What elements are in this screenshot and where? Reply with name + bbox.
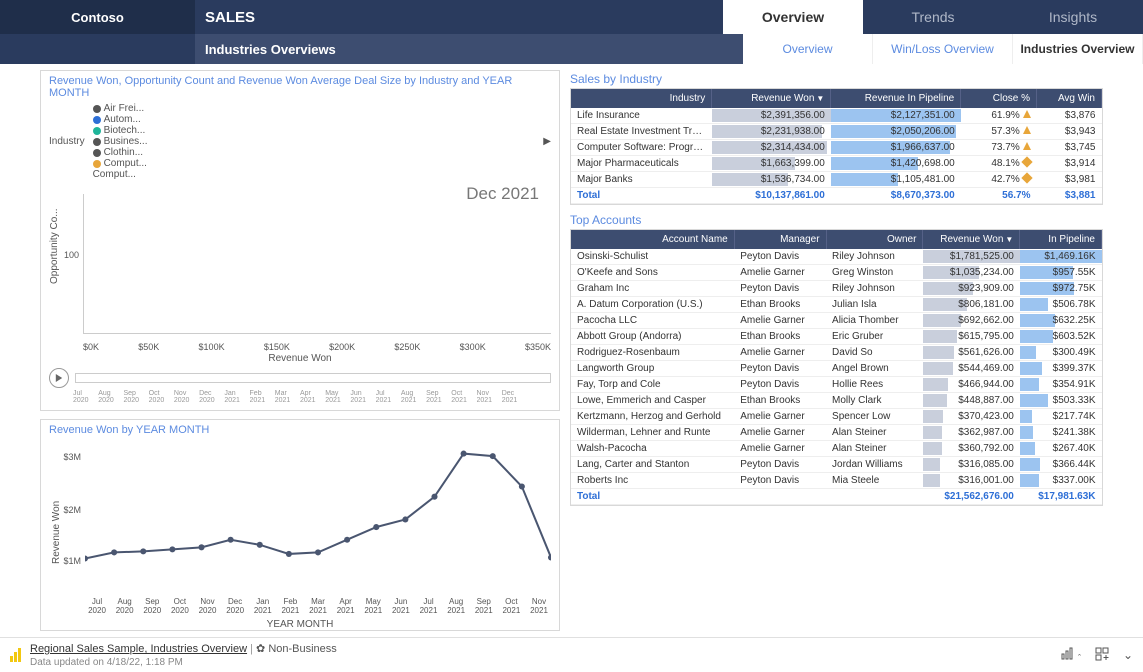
page-subtitle: Industries Overviews <box>195 34 545 64</box>
kpi-diamond-icon <box>1021 172 1032 183</box>
scatter-legend[interactable]: Industry Air Frei... Autom... Biotech...… <box>41 103 559 184</box>
brand-logo: Contoso <box>0 0 195 34</box>
play-button[interactable] <box>49 368 69 388</box>
sub-nav: Industries Overviews OverviewWin/Loss Ov… <box>0 34 1143 64</box>
tab-insights[interactable]: Insights <box>1003 0 1143 34</box>
kpi-up-icon <box>1023 142 1031 150</box>
table-row[interactable]: Rodriguez-RosenbaumAmelie GarnerDavid So… <box>571 345 1102 361</box>
table-row[interactable]: O'Keefe and SonsAmelie GarnerGreg Winsto… <box>571 265 1102 281</box>
subtab-overview[interactable]: Overview <box>743 34 873 64</box>
industry-table[interactable]: IndustryRevenue Won▼Revenue In PipelineC… <box>571 89 1102 204</box>
column-header[interactable]: In Pipeline <box>1020 230 1102 249</box>
column-header[interactable]: Owner <box>826 230 923 249</box>
breadcrumb-link[interactable]: Regional Sales Sample, Industries Overvi… <box>30 643 247 655</box>
legend-next-icon[interactable]: ▶ <box>543 136 551 147</box>
accounts-title: Top Accounts <box>570 211 1103 229</box>
accounts-section: Top Accounts Account NameManagerOwnerRev… <box>570 211 1103 506</box>
subtab-win-loss-overview[interactable]: Win/Loss Overview <box>873 34 1013 64</box>
table-row[interactable]: Life Insurance$2,391,356.00$2,127,351.00… <box>571 108 1102 124</box>
timeline-slider[interactable] <box>75 373 551 383</box>
scatter-card[interactable]: Revenue Won, Opportunity Count and Reven… <box>40 70 560 411</box>
line-card[interactable]: Revenue Won by YEAR MONTH Revenue Won $3… <box>40 419 560 631</box>
table-row[interactable]: Walsh-PacochaAmelie GarnerAlan Steiner$3… <box>571 441 1102 457</box>
powerbi-icon <box>10 648 22 662</box>
legend-item[interactable]: Air Frei... <box>93 103 148 114</box>
table-row[interactable]: Major Pharmaceuticals$1,663,399.00$1,420… <box>571 156 1102 172</box>
footer-bar: Regional Sales Sample, Industries Overvi… <box>0 637 1143 672</box>
scatter-title: Revenue Won, Opportunity Count and Reven… <box>41 71 559 103</box>
column-header[interactable]: Account Name <box>571 230 734 249</box>
line-plot-area[interactable] <box>85 446 551 598</box>
table-row[interactable]: Lang, Carter and StantonPeyton DavisJord… <box>571 457 1102 473</box>
scatter-plot-area[interactable] <box>83 194 551 334</box>
column-header[interactable]: Industry <box>571 89 712 108</box>
legend-item[interactable]: Biotech... <box>93 125 148 136</box>
industry-section: Sales by Industry IndustryRevenue Won▼Re… <box>570 70 1103 205</box>
table-row[interactable]: Fay, Torp and ColePeyton DavisHollie Ree… <box>571 377 1102 393</box>
legend-item[interactable]: Comput... <box>93 158 148 169</box>
table-row[interactable]: Real Estate Investment Trusts$2,231,938.… <box>571 124 1102 140</box>
table-row[interactable]: Abbott Group (Andorra)Ethan BrooksEric G… <box>571 329 1102 345</box>
kpi-up-icon <box>1023 110 1031 118</box>
table-row[interactable]: Wilderman, Lehner and RunteAmelie Garner… <box>571 425 1102 441</box>
tab-trends[interactable]: Trends <box>863 0 1003 34</box>
total-row: Total$21,562,676.00$17,981.63K <box>571 489 1102 505</box>
accounts-table[interactable]: Account NameManagerOwnerRevenue Won▼In P… <box>571 230 1102 505</box>
column-header[interactable]: Manager <box>734 230 826 249</box>
legend-item[interactable]: Comput... <box>93 169 148 180</box>
grid-view-icon[interactable] <box>1095 647 1109 664</box>
table-row[interactable]: Computer Software: Progra...$2,314,434.0… <box>571 140 1102 156</box>
line-title: Revenue Won by YEAR MONTH <box>41 420 559 440</box>
legend-item[interactable]: Autom... <box>93 114 148 125</box>
table-row[interactable]: Major Banks$1,536,734.00$1,105,481.0042.… <box>571 172 1102 188</box>
top-nav: Contoso SALES OverviewTrendsInsights <box>0 0 1143 34</box>
sensitivity-icon: ✿ <box>256 643 265 655</box>
table-row[interactable]: A. Datum Corporation (U.S.)Ethan BrooksJ… <box>571 297 1102 313</box>
kpi-diamond-icon <box>1021 156 1032 167</box>
legend-item[interactable]: Clothin... <box>93 147 148 158</box>
table-row[interactable]: Graham IncPeyton DavisRiley Johnson$923,… <box>571 281 1102 297</box>
table-row[interactable]: Kertzmann, Herzog and GerholdAmelie Garn… <box>571 409 1102 425</box>
total-row: Total$10,137,861.00$8,670,373.0056.7%$3,… <box>571 188 1102 204</box>
chevron-down-icon[interactable]: ⌄ <box>1123 648 1133 662</box>
table-row[interactable]: Pacocha LLCAmelie GarnerAlicia Thomber$6… <box>571 313 1102 329</box>
column-header[interactable]: Avg Win <box>1037 89 1102 108</box>
column-header[interactable]: Revenue Won▼ <box>923 230 1020 249</box>
chart-view-icon[interactable]: ˆ <box>1061 647 1081 664</box>
industry-title: Sales by Industry <box>570 70 1103 88</box>
sensitivity-label: Non-Business <box>268 643 336 655</box>
column-header[interactable]: Close % <box>961 89 1037 108</box>
tab-overview[interactable]: Overview <box>723 0 863 34</box>
legend-item[interactable]: Busines... <box>93 136 148 147</box>
kpi-up-icon <box>1023 126 1031 134</box>
table-row[interactable]: Lowe, Emmerich and CasperEthan BrooksMol… <box>571 393 1102 409</box>
column-header[interactable]: Revenue Won▼ <box>712 89 831 108</box>
table-row[interactable]: Osinski-SchulistPeyton DavisRiley Johnso… <box>571 249 1102 265</box>
subtab-industries-overview[interactable]: Industries Overview <box>1013 34 1143 64</box>
updated-label: Data updated on 4/18/22, 1:18 PM <box>30 657 337 668</box>
table-row[interactable]: Langworth GroupPeyton DavisAngel Brown$5… <box>571 361 1102 377</box>
table-row[interactable]: Roberts IncPeyton DavisMia Steele$316,00… <box>571 473 1102 489</box>
column-header[interactable]: Revenue In Pipeline <box>831 89 961 108</box>
report-title: SALES <box>195 0 545 34</box>
